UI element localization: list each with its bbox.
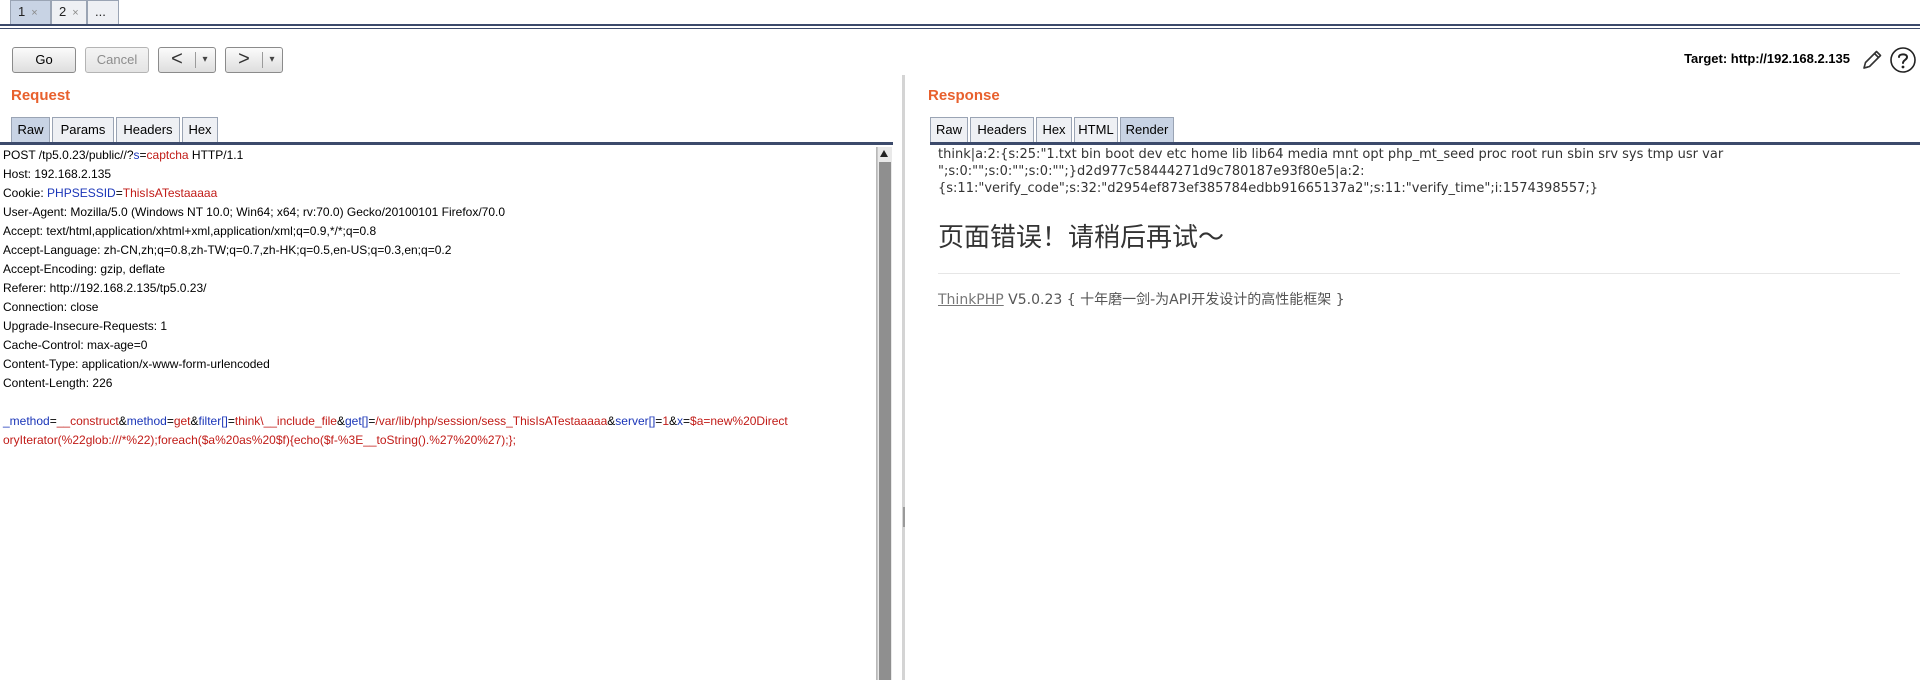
help-icon[interactable] xyxy=(1889,46,1917,74)
forward-button[interactable]: > ▾ xyxy=(225,47,283,73)
upgrade-header: Upgrade-Insecure-Requests: 1 xyxy=(3,319,168,333)
thinkphp-link[interactable]: ThinkPHP xyxy=(938,292,1004,308)
pencil-icon[interactable] xyxy=(1859,47,1885,73)
tab-hex[interactable]: Hex xyxy=(182,117,218,142)
request-body-line-1: _method=__construct&method=get&filter[]=… xyxy=(3,414,788,428)
framework-version: V5.0.23 { 十年磨一剑-为API开发设计的高性能框架 } xyxy=(1003,292,1345,308)
request-tab-strip: 1 × 2 × ... xyxy=(0,0,1920,26)
host-header: Host: 192.168.2.135 xyxy=(3,167,112,181)
cancel-button[interactable]: Cancel xyxy=(85,47,149,73)
tab-more[interactable]: ... xyxy=(87,0,119,24)
accept-language-header: Accept-Language: zh-CN,zh;q=0.8,zh-TW;q=… xyxy=(3,243,452,257)
framework-footer: ThinkPHP V5.0.23 { 十年磨一剑-为API开发设计的高性能框架 … xyxy=(938,289,1345,309)
tab-headers[interactable]: Headers xyxy=(116,117,180,142)
content-length-header: Content-Length: 226 xyxy=(3,376,113,390)
response-text-line-2: ";s:0:"";s:0:"";s:0:"";}d2d977c58444271d… xyxy=(938,164,1365,179)
request-editor[interactable]: POST /tp5.0.23/public//?s=captcha HTTP/1… xyxy=(0,147,877,680)
dropdown-arrow-icon[interactable]: ▾ xyxy=(264,48,280,72)
request-tabs-rule xyxy=(0,142,893,145)
chevron-right-icon: > xyxy=(238,48,250,70)
back-button[interactable]: < ▾ xyxy=(158,47,216,73)
back-separator xyxy=(195,52,196,68)
accept-header: Accept: text/html,application/xhtml+xml,… xyxy=(3,224,377,238)
go-button[interactable]: Go xyxy=(12,47,76,73)
tab-headers[interactable]: Headers xyxy=(970,117,1034,142)
response-text-line-1: think|a:2:{s:25:"1.txt bin boot dev etc … xyxy=(938,147,1724,162)
request-body-line-2: oryIterator(%22glob:///*%22);foreach($a%… xyxy=(3,433,516,447)
cache-control-header: Cache-Control: max-age=0 xyxy=(3,338,148,352)
referer-header: Referer: http://192.168.2.135/tp5.0.23/ xyxy=(3,281,207,295)
accept-encoding-header: Accept-Encoding: gzip, deflate xyxy=(3,262,166,276)
chevron-left-icon: < xyxy=(171,48,183,70)
request-view-tabs: Raw Params Headers Hex xyxy=(11,117,251,142)
dropdown-arrow-icon[interactable]: ▾ xyxy=(197,48,213,72)
response-text-line-3: {s:11:"verify_code";s:32:"d2954ef873ef38… xyxy=(938,181,1599,196)
error-heading: 页面错误！请稍后再试～ xyxy=(938,223,1225,253)
response-view-tabs: Raw Headers Hex HTML Render xyxy=(930,117,1190,142)
forward-separator xyxy=(262,52,263,68)
render-divider xyxy=(938,273,1900,274)
content-type-header: Content-Type: application/x-www-form-url… xyxy=(3,357,270,371)
tab-more-label: ... xyxy=(95,4,106,19)
tab-render[interactable]: Render xyxy=(1120,117,1174,142)
request-scroll-thumb[interactable] xyxy=(879,162,891,680)
split-grip[interactable] xyxy=(903,507,905,527)
tab-html[interactable]: HTML xyxy=(1074,117,1118,142)
tab-raw[interactable]: Raw xyxy=(930,117,968,142)
scroll-up-arrow-icon[interactable] xyxy=(880,150,888,157)
tab-raw[interactable]: Raw xyxy=(11,117,50,142)
tab-1[interactable]: 1 × xyxy=(10,0,51,24)
connection-header: Connection: close xyxy=(3,300,99,314)
user-agent-header: User-Agent: Mozilla/5.0 (Windows NT 10.0… xyxy=(3,205,506,219)
close-icon[interactable]: × xyxy=(31,7,37,19)
response-title: Response xyxy=(928,87,1000,104)
tab-hex[interactable]: Hex xyxy=(1036,117,1072,142)
tab-2[interactable]: 2 × xyxy=(51,0,87,24)
request-title: Request xyxy=(11,87,71,104)
tab-strip-rule xyxy=(0,28,1920,29)
cookie-header: Cookie: PHPSESSID=ThisIsATestaaaaa xyxy=(3,186,218,200)
pane-split-handle[interactable] xyxy=(902,75,905,680)
close-icon[interactable]: × xyxy=(72,7,78,19)
tab-params[interactable]: Params xyxy=(52,117,114,142)
response-tabs-rule xyxy=(930,142,1920,145)
target-label: Target: http://192.168.2.135 xyxy=(1684,51,1850,66)
request-line: POST /tp5.0.23/public//?s=captcha HTTP/1… xyxy=(3,148,244,162)
tab-2-label: 2 xyxy=(59,4,67,19)
tab-1-label: 1 xyxy=(18,4,26,19)
